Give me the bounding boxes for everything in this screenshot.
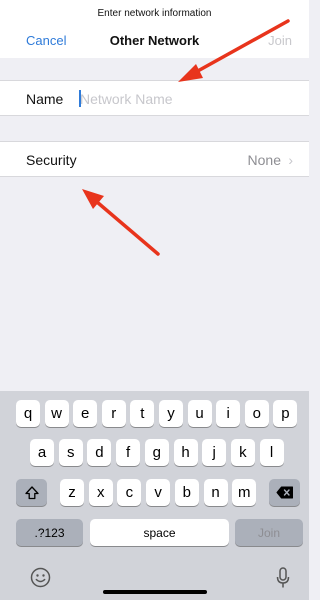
- header-prompt: Enter network information: [97, 8, 212, 19]
- key-a[interactable]: a: [30, 439, 54, 466]
- key-h[interactable]: h: [173, 439, 198, 466]
- shift-icon: [24, 485, 39, 500]
- shift-key[interactable]: [16, 479, 47, 506]
- delete-key[interactable]: [269, 479, 300, 506]
- key-w[interactable]: w: [44, 400, 69, 427]
- key-r[interactable]: r: [101, 400, 126, 427]
- key-i[interactable]: i: [216, 400, 241, 427]
- key-n[interactable]: n: [203, 479, 228, 506]
- key-j[interactable]: j: [202, 439, 227, 466]
- key-l[interactable]: l: [259, 439, 284, 466]
- key-g[interactable]: g: [144, 439, 169, 466]
- microphone-icon[interactable]: [276, 567, 290, 589]
- key-e[interactable]: e: [73, 400, 98, 427]
- network-name-row[interactable]: Name: [0, 80, 309, 116]
- key-y[interactable]: y: [159, 400, 183, 427]
- space-key[interactable]: space: [90, 519, 229, 546]
- key-f[interactable]: f: [116, 439, 141, 466]
- join-button[interactable]: Join: [268, 33, 292, 48]
- key-x[interactable]: x: [88, 479, 113, 506]
- key-k[interactable]: k: [230, 439, 255, 466]
- key-q[interactable]: q: [16, 400, 40, 427]
- key-b[interactable]: b: [174, 479, 199, 506]
- key-p[interactable]: p: [273, 400, 298, 427]
- name-label: Name: [26, 91, 64, 107]
- key-t[interactable]: t: [130, 400, 155, 427]
- key-d[interactable]: d: [87, 439, 112, 466]
- key-s[interactable]: s: [58, 439, 83, 466]
- numbers-key[interactable]: .?123: [16, 519, 83, 546]
- security-value: None: [247, 152, 281, 168]
- emoji-icon[interactable]: [30, 567, 51, 588]
- red-arrow-to-security-row: [82, 189, 160, 256]
- security-label: Security: [26, 152, 77, 168]
- home-indicator: [103, 590, 207, 594]
- keyboard: qwertyuiop asdfghjkl zxcvbnm .?123 space…: [0, 391, 309, 600]
- key-v[interactable]: v: [146, 479, 171, 506]
- key-o[interactable]: o: [244, 400, 269, 427]
- keyboard-join-key[interactable]: Join: [235, 519, 303, 546]
- key-u[interactable]: u: [187, 400, 212, 427]
- nav-header: Enter network information Other Network …: [0, 0, 309, 58]
- key-m[interactable]: m: [232, 479, 257, 506]
- network-name-input[interactable]: [80, 87, 280, 111]
- cancel-button[interactable]: Cancel: [26, 33, 66, 48]
- delete-icon: [276, 486, 294, 499]
- key-c[interactable]: c: [117, 479, 142, 506]
- chevron-right-icon: ›: [288, 152, 293, 168]
- security-row[interactable]: Security None ›: [0, 141, 309, 177]
- key-z[interactable]: z: [60, 479, 84, 506]
